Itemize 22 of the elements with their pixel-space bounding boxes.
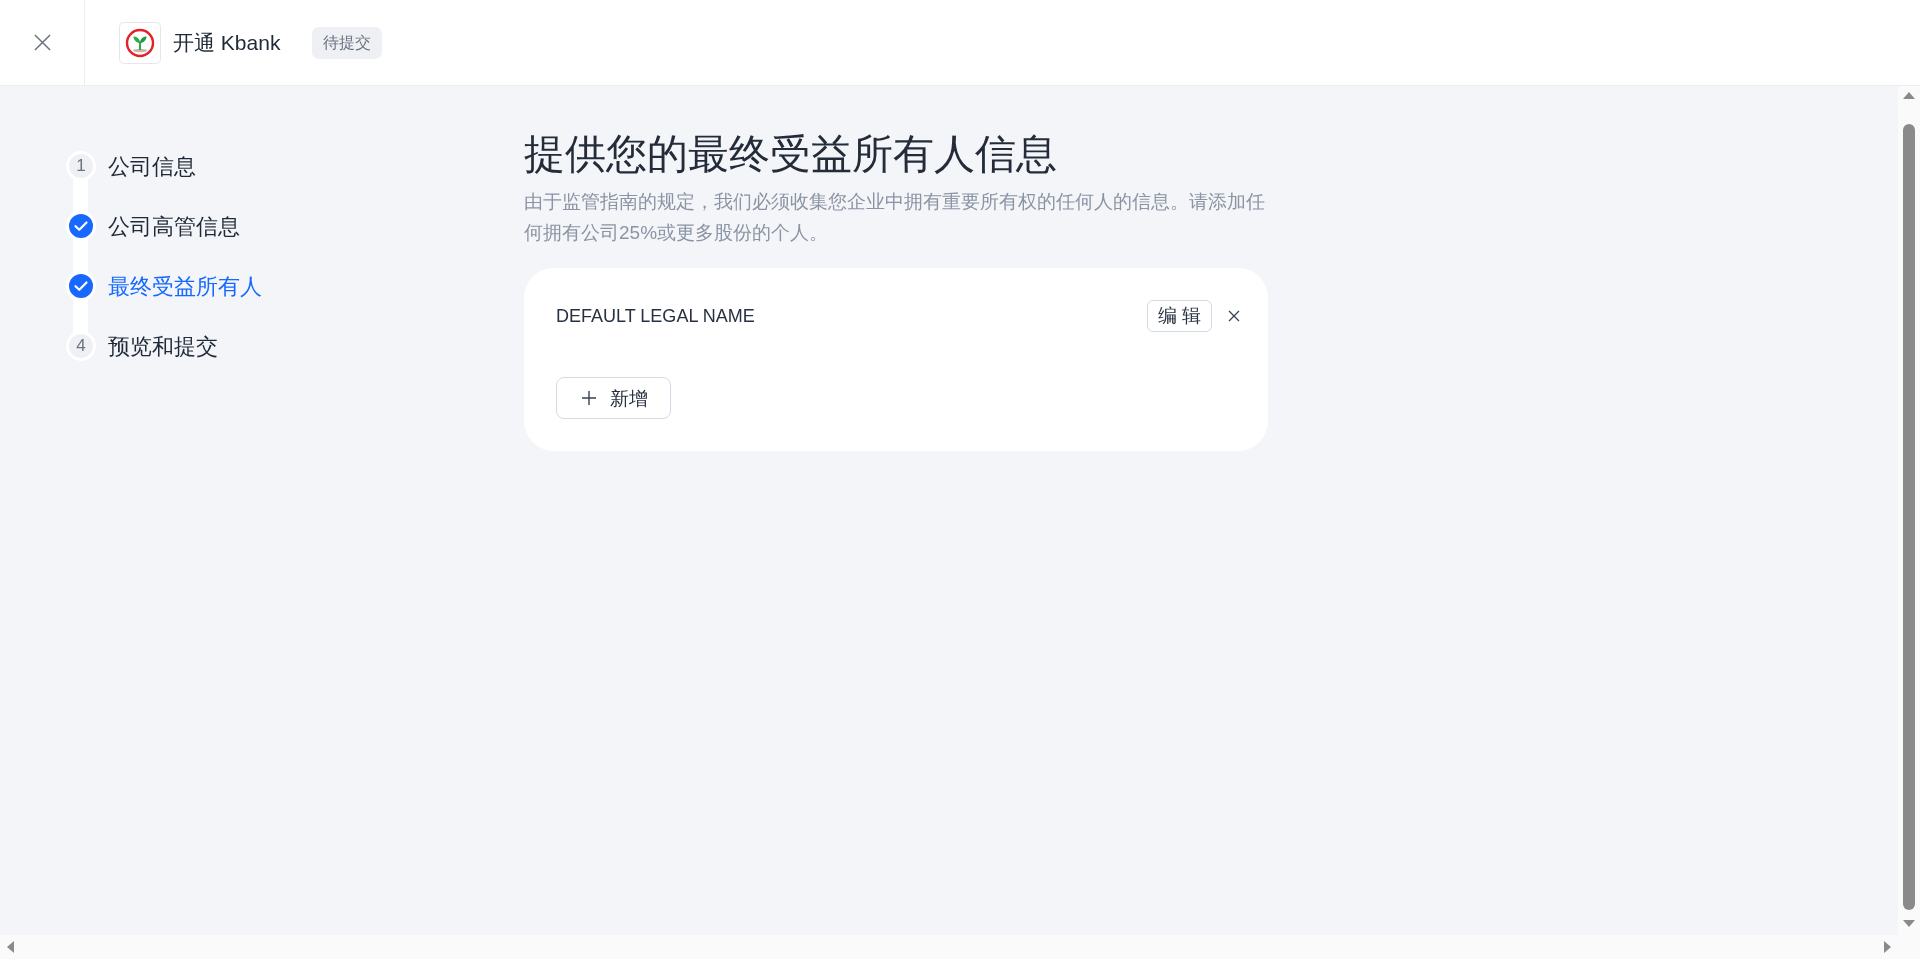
status-badge: 待提交: [312, 26, 383, 59]
add-button[interactable]: 新增: [556, 377, 671, 419]
step-link[interactable]: 公司高管信息: [108, 211, 240, 241]
close-icon[interactable]: [33, 34, 51, 51]
up-arrow-icon[interactable]: [1903, 92, 1915, 99]
app-title: 开通 Kbank: [173, 29, 281, 56]
right-arrow-icon[interactable]: [1884, 941, 1891, 953]
step-link[interactable]: 预览和提交: [108, 331, 218, 361]
sprout-logo-icon: [119, 21, 161, 64]
step-link[interactable]: 公司信息: [108, 151, 196, 181]
step-link[interactable]: 最终受益所有人: [108, 271, 262, 301]
edit-button[interactable]: 编 辑: [1146, 300, 1212, 332]
page-title: 提供您的最终受益所有人信息: [524, 130, 1058, 179]
step-number: 4: [66, 331, 96, 361]
close-icon[interactable]: [1228, 310, 1240, 322]
page-description: 由于监管指南的规定，我们必须收集您企业中拥有重要所有权的任何人的信息。请添加任何拥有公司25%或更多股份的个人。: [524, 190, 1266, 245]
left-arrow-icon[interactable]: [7, 941, 14, 953]
plus-icon: [582, 391, 596, 405]
scrollbar-thumb[interactable]: [1903, 124, 1915, 910]
down-arrow-icon[interactable]: [1903, 920, 1915, 927]
owner-name: DEFAULT LEGAL NAME: [556, 305, 755, 327]
step-number: 1: [66, 151, 96, 181]
